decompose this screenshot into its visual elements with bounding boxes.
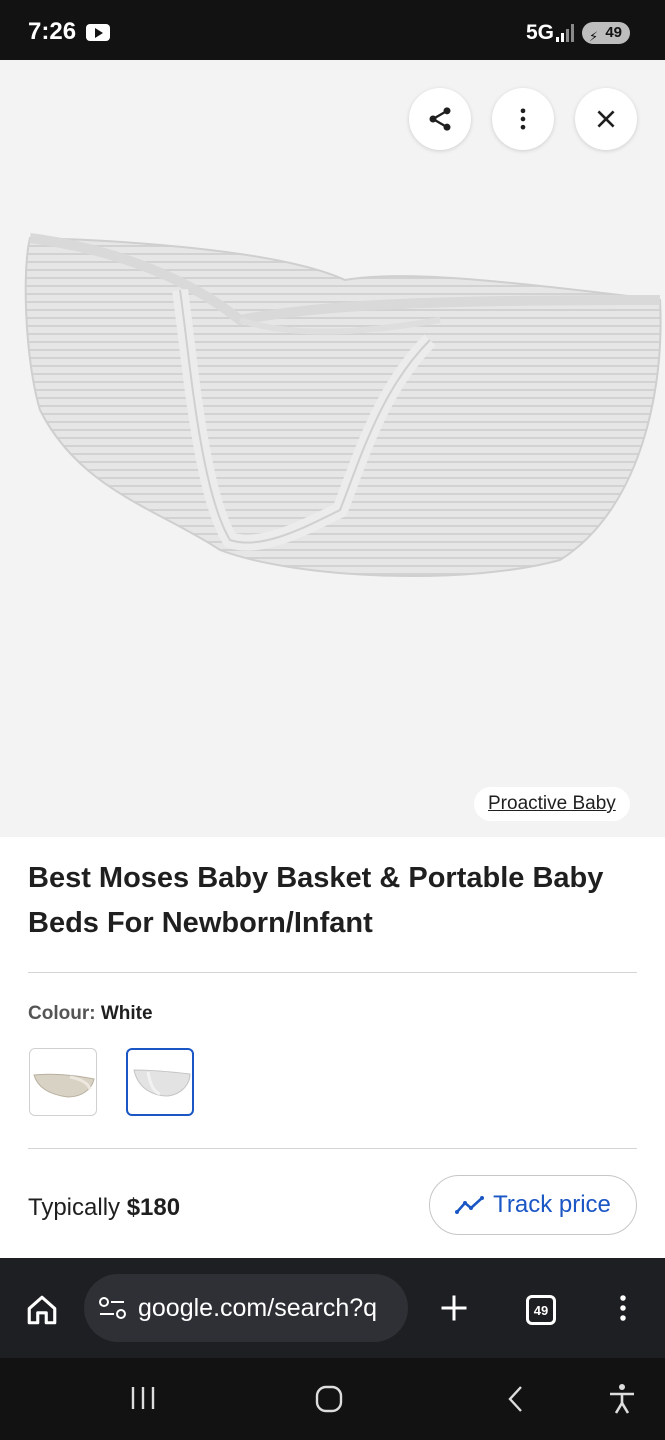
share-icon <box>429 107 451 131</box>
status-bar: 7:26 5G ⚡ 49 <box>0 0 665 60</box>
colour-label: Colour: <box>28 1003 96 1024</box>
image-viewer[interactable]: Proactive Baby <box>0 60 665 837</box>
swatch-beige[interactable] <box>29 1048 97 1116</box>
recents-icon <box>131 1387 155 1409</box>
colour-row: Colour: White <box>28 1003 153 1025</box>
price-value: $180 <box>126 1194 181 1221</box>
price-prefix: Typically <box>28 1194 121 1221</box>
price-row: Typically $180 <box>28 1194 180 1222</box>
accessibility-icon <box>610 1384 634 1414</box>
trending-icon <box>455 1196 485 1214</box>
close-button[interactable] <box>575 88 637 150</box>
network-label: 5G <box>526 21 555 44</box>
white-basket-thumbnail <box>133 1069 191 1097</box>
colour-value: White <box>100 1003 153 1024</box>
back-icon <box>508 1386 522 1412</box>
home-nav-button[interactable] <box>309 1379 349 1419</box>
product-image <box>24 233 662 577</box>
home-button[interactable] <box>22 1290 62 1330</box>
divider <box>28 972 637 973</box>
status-time: 7:26 <box>28 18 77 45</box>
home-button-icon <box>315 1385 343 1413</box>
site-settings-icon <box>99 1297 126 1319</box>
swatch-white[interactable] <box>126 1048 194 1116</box>
product-title: Best Moses Baby Basket & Portable Baby B… <box>28 862 604 939</box>
source-link[interactable]: Proactive Baby <box>474 787 630 821</box>
accessibility-button[interactable] <box>602 1379 642 1419</box>
more-vert-icon <box>620 1295 626 1321</box>
more-vert-icon <box>520 108 526 130</box>
back-nav-button[interactable] <box>496 1379 536 1419</box>
signal-icon <box>556 24 578 42</box>
beige-basket-thumbnail <box>33 1073 95 1098</box>
divider <box>28 1148 637 1149</box>
battery-level: 49 <box>605 24 622 41</box>
close-icon <box>597 110 615 128</box>
tabs-button[interactable]: 49 <box>521 1290 561 1330</box>
system-nav-bar <box>0 1358 665 1440</box>
new-tab-icon <box>441 1295 467 1321</box>
address-bar[interactable]: google.com/search?q <box>84 1274 408 1342</box>
battery-icon: ⚡ 49 <box>582 22 630 44</box>
recents-button[interactable] <box>123 1380 163 1416</box>
browser-toolbar: google.com/search?q 49 <box>0 1258 665 1358</box>
more-options-button[interactable] <box>492 88 554 150</box>
track-price-button[interactable]: Track price <box>429 1175 637 1235</box>
browser-menu-button[interactable] <box>603 1288 643 1328</box>
track-price-label: Track price <box>493 1191 611 1218</box>
url-text: google.com/search?q <box>138 1293 378 1322</box>
new-tab-button[interactable] <box>434 1288 474 1328</box>
tabs-icon: 49 <box>526 1295 556 1325</box>
share-button[interactable] <box>409 88 471 150</box>
home-icon <box>27 1295 57 1325</box>
youtube-icon <box>86 24 110 41</box>
battery-bolt-icon: ⚡ <box>589 29 599 44</box>
